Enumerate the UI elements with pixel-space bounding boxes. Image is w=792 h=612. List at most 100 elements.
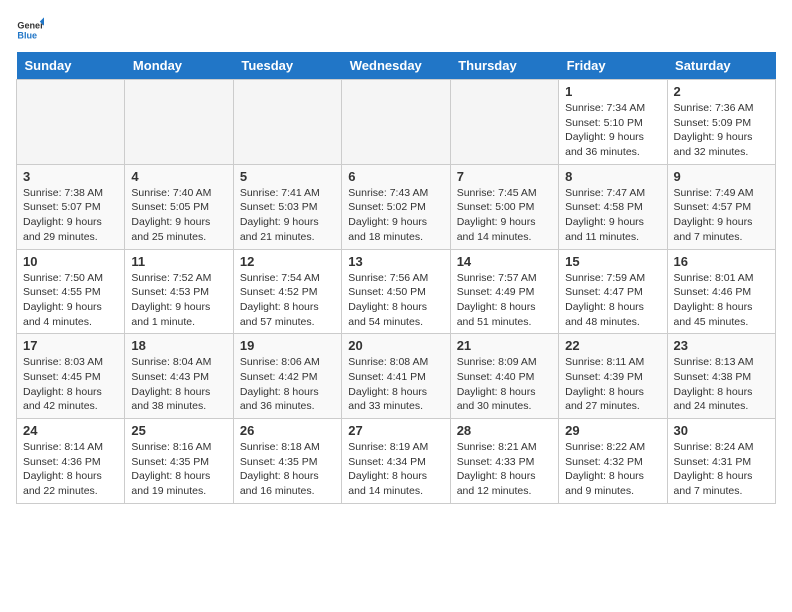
day-number: 30 [674,423,769,438]
day-number: 13 [348,254,443,269]
calendar-cell: 6 Sunrise: 7:43 AM Sunset: 5:02 PM Daylig… [342,164,450,249]
day-info: Sunrise: 7:52 AM Sunset: 4:53 PM Dayligh… [131,271,226,330]
calendar-cell [233,80,341,165]
day-number: 17 [23,338,118,353]
header: General Blue [16,16,776,44]
calendar-cell [17,80,125,165]
calendar-cell: 21 Sunrise: 8:09 AM Sunset: 4:40 PM Dayli… [450,334,558,419]
day-info: Sunrise: 7:41 AM Sunset: 5:03 PM Dayligh… [240,186,335,245]
calendar-week-2: 3 Sunrise: 7:38 AM Sunset: 5:07 PM Daylig… [17,164,776,249]
day-info: Sunrise: 7:47 AM Sunset: 4:58 PM Dayligh… [565,186,660,245]
calendar-cell: 7Sunrise: 7:45 AM Sunset: 5:00 PM Daylig… [450,164,558,249]
calendar-cell: 25 Sunrise: 8:16 AM Sunset: 4:35 PM Dayli… [125,419,233,504]
day-number: 5 [240,169,335,184]
day-info: Sunrise: 7:50 AM Sunset: 4:55 PM Dayligh… [23,271,118,330]
weekday-header-tuesday: Tuesday [233,52,341,80]
calendar-week-4: 17 Sunrise: 8:03 AM Sunset: 4:45 PM Dayli… [17,334,776,419]
day-info: Sunrise: 8:06 AM Sunset: 4:42 PM Dayligh… [240,355,335,414]
day-info: Sunrise: 7:34 AM Sunset: 5:10 PM Dayligh… [565,101,660,160]
calendar-cell [450,80,558,165]
day-number: 24 [23,423,118,438]
day-number: 4 [131,169,226,184]
day-info: Sunrise: 8:16 AM Sunset: 4:35 PM Dayligh… [131,440,226,499]
day-number: 2 [674,84,769,99]
day-number: 23 [674,338,769,353]
calendar-cell: 23 Sunrise: 8:13 AM Sunset: 4:38 PM Dayli… [667,334,775,419]
weekday-header-row: SundayMondayTuesdayWednesdayThursdayFrid… [17,52,776,80]
logo-icon: General Blue [16,16,44,44]
day-number: 1 [565,84,660,99]
day-number: 9 [674,169,769,184]
calendar-cell: 15 Sunrise: 7:59 AM Sunset: 4:47 PM Dayli… [559,249,667,334]
calendar-cell: 11 Sunrise: 7:52 AM Sunset: 4:53 PM Dayli… [125,249,233,334]
calendar-table: SundayMondayTuesdayWednesdayThursdayFrid… [16,52,776,504]
calendar-week-3: 10 Sunrise: 7:50 AM Sunset: 4:55 PM Dayli… [17,249,776,334]
calendar-cell: 24 Sunrise: 8:14 AM Sunset: 4:36 PM Dayli… [17,419,125,504]
weekday-header-thursday: Thursday [450,52,558,80]
calendar-cell: 4 Sunrise: 7:40 AM Sunset: 5:05 PM Daylig… [125,164,233,249]
day-number: 28 [457,423,552,438]
day-number: 20 [348,338,443,353]
day-number: 21 [457,338,552,353]
day-info: Sunrise: 8:04 AM Sunset: 4:43 PM Dayligh… [131,355,226,414]
calendar-cell: 29Sunrise: 8:22 AM Sunset: 4:32 PM Dayli… [559,419,667,504]
logo: General Blue [16,16,48,44]
calendar-cell [125,80,233,165]
calendar-cell: 9 Sunrise: 7:49 AM Sunset: 4:57 PM Daylig… [667,164,775,249]
svg-text:Blue: Blue [17,30,37,40]
day-info: Sunrise: 8:01 AM Sunset: 4:46 PM Dayligh… [674,271,769,330]
day-info: Sunrise: 7:38 AM Sunset: 5:07 PM Dayligh… [23,186,118,245]
day-info: Sunrise: 7:49 AM Sunset: 4:57 PM Dayligh… [674,186,769,245]
calendar-week-1: 1 Sunrise: 7:34 AM Sunset: 5:10 PM Daylig… [17,80,776,165]
calendar-cell: 17 Sunrise: 8:03 AM Sunset: 4:45 PM Dayli… [17,334,125,419]
weekday-header-friday: Friday [559,52,667,80]
calendar-cell: 2 Sunrise: 7:36 AM Sunset: 5:09 PM Daylig… [667,80,775,165]
day-info: Sunrise: 8:14 AM Sunset: 4:36 PM Dayligh… [23,440,118,499]
calendar-cell: 8 Sunrise: 7:47 AM Sunset: 4:58 PM Daylig… [559,164,667,249]
day-info: Sunrise: 8:24 AM Sunset: 4:31 PM Dayligh… [674,440,769,499]
day-number: 10 [23,254,118,269]
day-info: Sunrise: 7:40 AM Sunset: 5:05 PM Dayligh… [131,186,226,245]
day-info: Sunrise: 8:18 AM Sunset: 4:35 PM Dayligh… [240,440,335,499]
day-number: 12 [240,254,335,269]
calendar-cell: 22 Sunrise: 8:11 AM Sunset: 4:39 PM Dayli… [559,334,667,419]
calendar-cell: 13 Sunrise: 7:56 AM Sunset: 4:50 PM Dayli… [342,249,450,334]
day-number: 27 [348,423,443,438]
weekday-header-saturday: Saturday [667,52,775,80]
day-info: Sunrise: 8:03 AM Sunset: 4:45 PM Dayligh… [23,355,118,414]
day-info: Sunrise: 8:09 AM Sunset: 4:40 PM Dayligh… [457,355,552,414]
day-number: 18 [131,338,226,353]
day-info: Sunrise: 7:43 AM Sunset: 5:02 PM Dayligh… [348,186,443,245]
calendar-cell: 19 Sunrise: 8:06 AM Sunset: 4:42 PM Dayli… [233,334,341,419]
calendar-cell: 10 Sunrise: 7:50 AM Sunset: 4:55 PM Dayli… [17,249,125,334]
calendar-cell: 27Sunrise: 8:19 AM Sunset: 4:34 PM Dayli… [342,419,450,504]
day-number: 14 [457,254,552,269]
calendar-cell: 12 Sunrise: 7:54 AM Sunset: 4:52 PM Dayli… [233,249,341,334]
day-number: 15 [565,254,660,269]
day-number: 19 [240,338,335,353]
day-number: 22 [565,338,660,353]
day-info: Sunrise: 8:08 AM Sunset: 4:41 PM Dayligh… [348,355,443,414]
calendar-cell [342,80,450,165]
weekday-header-wednesday: Wednesday [342,52,450,80]
calendar-cell: 3 Sunrise: 7:38 AM Sunset: 5:07 PM Daylig… [17,164,125,249]
day-number: 16 [674,254,769,269]
calendar-cell: 14 Sunrise: 7:57 AM Sunset: 4:49 PM Dayli… [450,249,558,334]
day-info: Sunrise: 8:13 AM Sunset: 4:38 PM Dayligh… [674,355,769,414]
day-info: Sunrise: 7:57 AM Sunset: 4:49 PM Dayligh… [457,271,552,330]
calendar-cell: 28 Sunrise: 8:21 AM Sunset: 4:33 PM Dayli… [450,419,558,504]
day-info: Sunrise: 7:36 AM Sunset: 5:09 PM Dayligh… [674,101,769,160]
day-number: 8 [565,169,660,184]
day-number: 25 [131,423,226,438]
day-info: Sunrise: 8:21 AM Sunset: 4:33 PM Dayligh… [457,440,552,499]
weekday-header-sunday: Sunday [17,52,125,80]
day-info: Sunrise: 7:56 AM Sunset: 4:50 PM Dayligh… [348,271,443,330]
calendar-cell: 16 Sunrise: 8:01 AM Sunset: 4:46 PM Dayli… [667,249,775,334]
day-info: Sunrise: 7:59 AM Sunset: 4:47 PM Dayligh… [565,271,660,330]
weekday-header-monday: Monday [125,52,233,80]
day-number: 11 [131,254,226,269]
day-number: 3 [23,169,118,184]
day-info: Sunrise: 7:54 AM Sunset: 4:52 PM Dayligh… [240,271,335,330]
day-number: 6 [348,169,443,184]
day-info: Sunrise: 8:11 AM Sunset: 4:39 PM Dayligh… [565,355,660,414]
